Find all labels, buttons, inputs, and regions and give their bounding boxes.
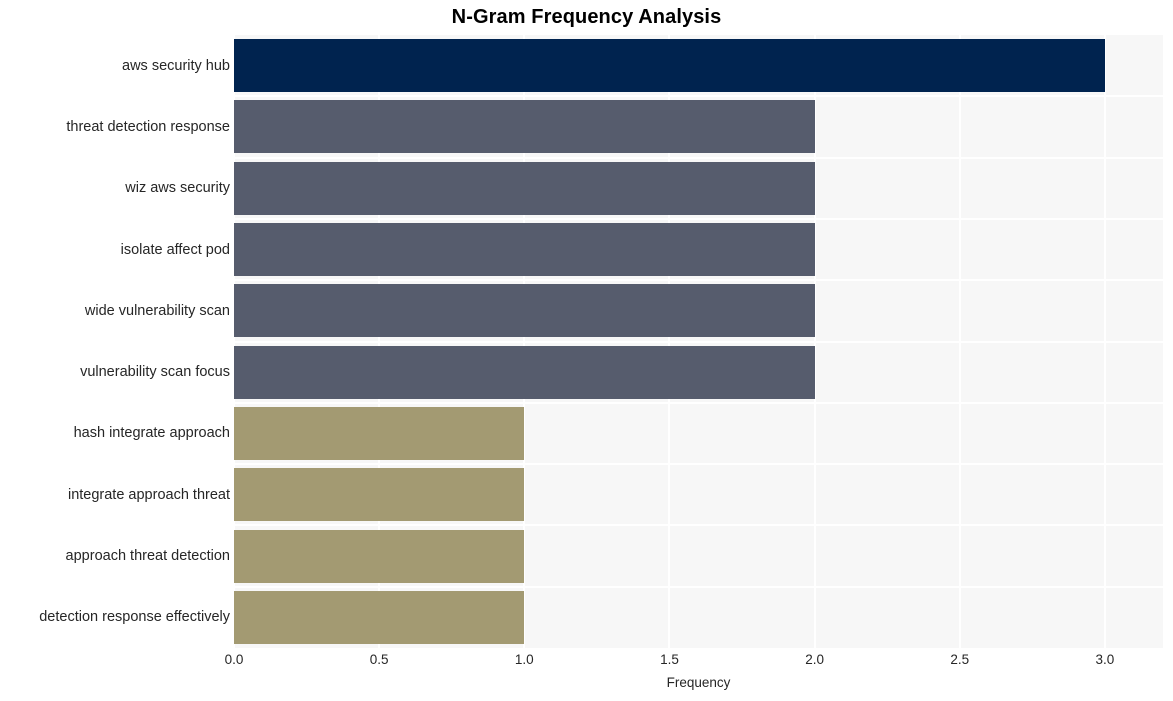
bar <box>234 345 815 399</box>
y-axis-tick-label: wide vulnerability scan <box>84 302 230 319</box>
x-axis-tick-label: 1.0 <box>514 652 534 667</box>
y-axis-tick-label: approach threat detection <box>65 548 230 565</box>
y-axis-tick-label: detection response effectively <box>39 609 230 626</box>
y-axis-tick-label: hash integrate approach <box>73 425 230 442</box>
gridline-horizontal <box>234 401 1163 404</box>
gridline-horizontal <box>234 463 1163 466</box>
bar <box>234 39 1105 93</box>
x-axis-tick-label: 2.0 <box>805 652 825 667</box>
bar <box>234 100 815 154</box>
x-axis-tick-label: 0.0 <box>224 652 244 667</box>
plot-area <box>234 35 1163 648</box>
x-axis-tick-label: 0.5 <box>369 652 389 667</box>
y-axis-tick-label: integrate approach threat <box>67 486 230 503</box>
x-axis-tick-label: 2.5 <box>950 652 970 667</box>
gridline-horizontal <box>234 279 1163 282</box>
x-axis-tick-label: 3.0 <box>1095 652 1115 667</box>
bar <box>234 529 525 583</box>
bar <box>234 406 525 460</box>
y-axis-tick-label: aws security hub <box>122 57 230 74</box>
gridline-horizontal <box>234 585 1163 588</box>
gridline-horizontal <box>234 524 1163 527</box>
chart-figure: N-Gram Frequency Analysis aws security h… <box>0 0 1173 701</box>
bar <box>234 284 815 338</box>
y-axis-tick-label: threat detection response <box>66 118 230 135</box>
y-axis-tick-label: isolate affect pod <box>120 241 230 258</box>
x-axis-tick-label: 1.5 <box>660 652 679 667</box>
bar <box>234 590 525 644</box>
page-title: N-Gram Frequency Analysis <box>451 6 722 28</box>
y-axis-tick-label: vulnerability scan focus <box>80 364 230 381</box>
bar <box>234 161 815 215</box>
gridline-horizontal <box>234 95 1163 98</box>
y-axis-tick-label: wiz aws security <box>125 180 230 197</box>
x-axis-label: Frequency <box>666 675 731 690</box>
gridline-horizontal <box>234 217 1163 220</box>
bar <box>234 468 525 522</box>
gridline-horizontal <box>234 340 1163 343</box>
bar <box>234 223 815 277</box>
gridline-horizontal <box>234 156 1163 159</box>
